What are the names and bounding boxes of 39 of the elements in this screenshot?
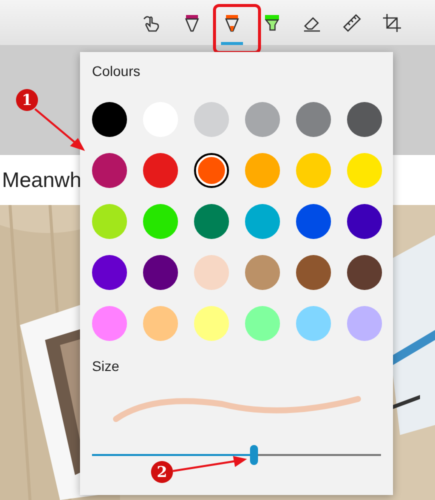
document-text: Meanwh bbox=[2, 169, 82, 193]
pointer-arrow bbox=[34, 108, 86, 152]
colour-swatch[interactable] bbox=[143, 204, 178, 239]
colour-swatch[interactable] bbox=[194, 306, 229, 341]
crop-icon bbox=[382, 12, 402, 32]
colour-swatch[interactable] bbox=[143, 153, 178, 188]
colour-swatch[interactable] bbox=[347, 102, 382, 137]
colour-swatch[interactable] bbox=[347, 204, 382, 239]
colour-swatch[interactable] bbox=[92, 153, 127, 188]
colour-swatch[interactable] bbox=[92, 204, 127, 239]
colour-swatch[interactable] bbox=[245, 306, 280, 341]
colour-swatch[interactable] bbox=[194, 204, 229, 239]
pen-icon bbox=[182, 12, 202, 32]
colour-swatch[interactable] bbox=[347, 153, 382, 188]
colour-swatch[interactable] bbox=[92, 102, 127, 137]
colour-swatch[interactable] bbox=[194, 102, 229, 137]
colour-swatch[interactable] bbox=[347, 255, 382, 290]
colour-swatch[interactable] bbox=[245, 153, 280, 188]
colour-swatch[interactable] bbox=[143, 255, 178, 290]
colour-swatch[interactable] bbox=[296, 255, 331, 290]
colour-swatch[interactable] bbox=[194, 153, 229, 188]
colour-swatch[interactable] bbox=[347, 306, 382, 341]
highlighter-icon bbox=[262, 12, 282, 32]
colour-swatch[interactable] bbox=[92, 255, 127, 290]
colour-swatch[interactable] bbox=[245, 204, 280, 239]
colours-label: Colours bbox=[92, 62, 142, 81]
colour-swatch[interactable] bbox=[296, 153, 331, 188]
colour-swatch[interactable] bbox=[245, 102, 280, 137]
colour-swatch[interactable] bbox=[296, 102, 331, 137]
colour-swatch[interactable] bbox=[92, 306, 127, 341]
slider-thumb[interactable] bbox=[250, 445, 258, 465]
colour-swatch[interactable] bbox=[296, 306, 331, 341]
ruler-icon bbox=[342, 12, 362, 32]
colour-swatch[interactable] bbox=[245, 255, 280, 290]
pencil-icon bbox=[222, 12, 242, 32]
colour-swatch[interactable] bbox=[296, 204, 331, 239]
size-label: Size bbox=[92, 357, 120, 376]
colour-swatch[interactable] bbox=[143, 306, 178, 341]
colour-swatch[interactable] bbox=[194, 255, 229, 290]
